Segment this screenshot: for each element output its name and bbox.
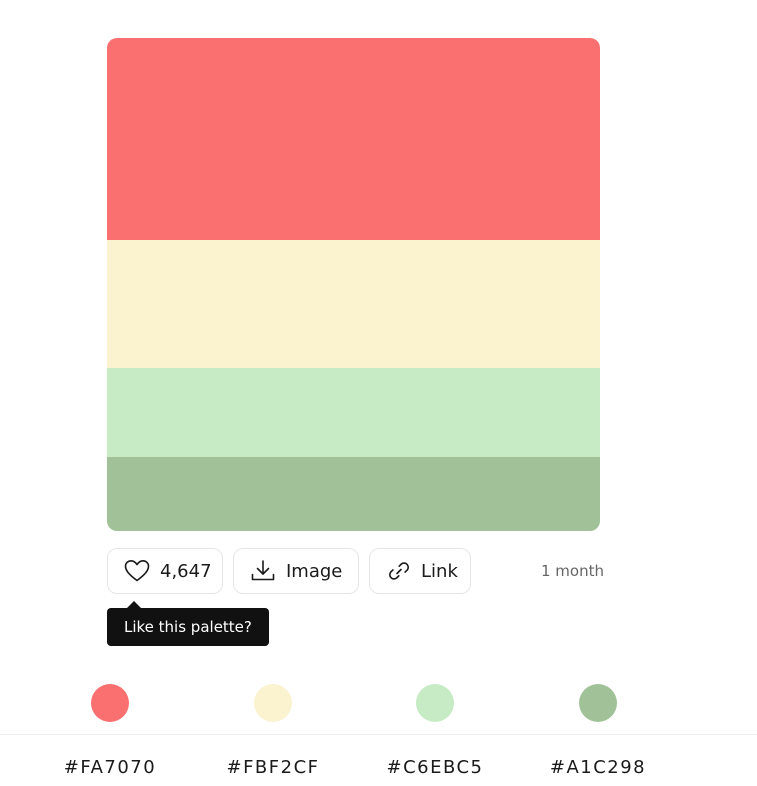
tooltip-arrow xyxy=(127,601,141,608)
download-icon xyxy=(250,559,276,583)
copy-link-button[interactable]: Link xyxy=(369,548,471,594)
tooltip-text: Like this palette? xyxy=(124,618,252,636)
palette-card[interactable] xyxy=(107,38,600,531)
like-count: 4,647 xyxy=(160,560,212,582)
hex-code-3[interactable]: #C6EBC5 xyxy=(365,757,505,778)
like-tooltip: Like this palette? xyxy=(107,608,269,646)
palette-swatch-1[interactable] xyxy=(107,38,600,240)
palette-swatch-4[interactable] xyxy=(107,457,600,531)
divider xyxy=(0,734,757,735)
color-dot-4[interactable] xyxy=(579,684,617,722)
color-dot-1[interactable] xyxy=(91,684,129,722)
color-dot-2[interactable] xyxy=(254,684,292,722)
hex-code-1[interactable]: #FA7070 xyxy=(40,757,180,778)
hex-code-4[interactable]: #A1C298 xyxy=(528,757,668,778)
palette-age: 1 month xyxy=(541,562,604,580)
like-button[interactable]: 4,647 xyxy=(107,548,223,594)
image-button-label: Image xyxy=(286,560,343,582)
palette-page: 4,647 Image Link 1 month Like this palet… xyxy=(0,0,757,786)
palette-swatch-2[interactable] xyxy=(107,240,600,368)
hex-code-2[interactable]: #FBF2CF xyxy=(203,757,343,778)
heart-icon xyxy=(124,559,150,583)
link-icon xyxy=(386,559,412,583)
download-image-button[interactable]: Image xyxy=(233,548,359,594)
palette-swatch-3[interactable] xyxy=(107,368,600,457)
link-button-label: Link xyxy=(421,560,458,582)
color-dot-3[interactable] xyxy=(416,684,454,722)
